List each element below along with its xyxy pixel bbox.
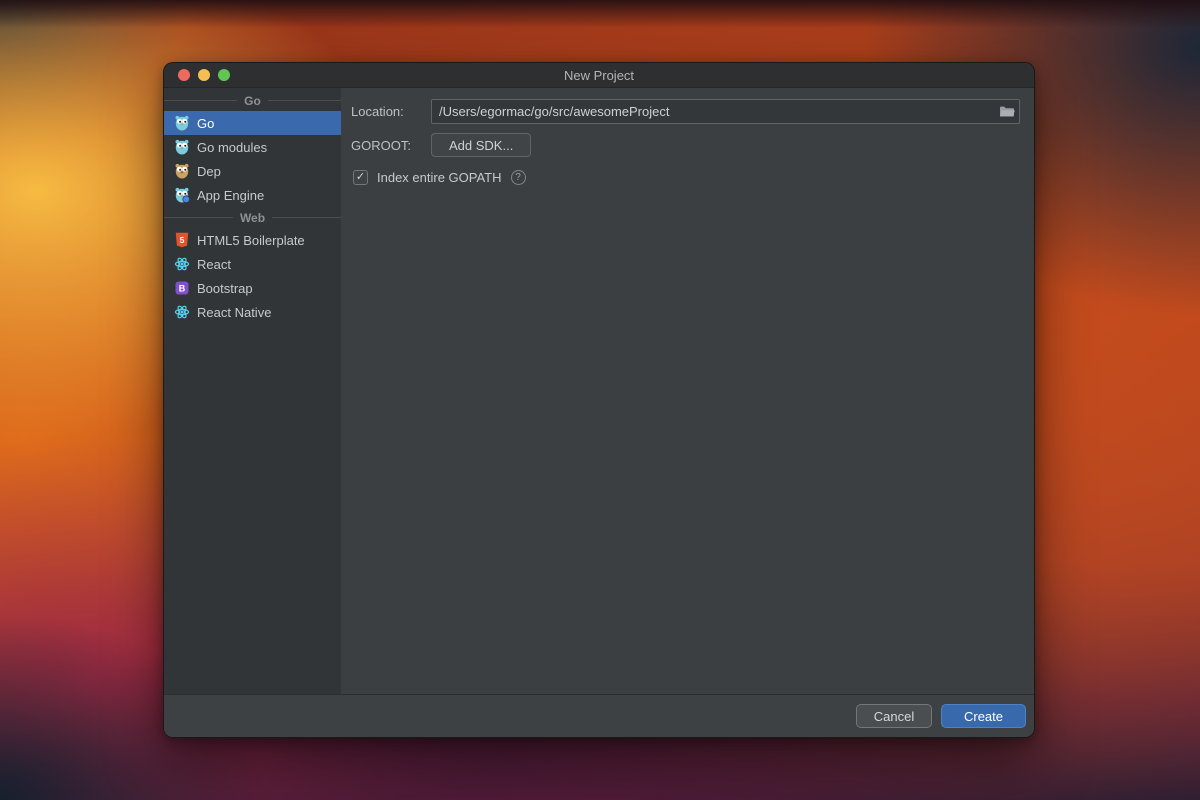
sidebar-item-label: Dep	[197, 164, 221, 179]
desktop: { "window": { "title": "New Project" }, …	[0, 0, 1200, 800]
sidebar-item-go[interactable]: Go	[164, 111, 341, 135]
html5-icon: 5	[174, 232, 190, 248]
sidebar-item-react[interactable]: React	[164, 252, 341, 276]
go-gopher-icon	[174, 115, 190, 131]
react-icon	[174, 256, 190, 272]
sidebar-item-app-engine[interactable]: App Engine	[164, 183, 341, 207]
sidebar-item-react-native[interactable]: React Native	[164, 300, 341, 324]
index-gopath-label: Index entire GOPATH	[377, 170, 502, 185]
index-gopath-checkbox[interactable]: ✓	[353, 170, 368, 185]
sidebar-item-label: Go	[197, 116, 214, 131]
divider	[164, 100, 237, 101]
zoom-button[interactable]	[218, 69, 230, 81]
location-field-wrap	[431, 99, 1020, 124]
sidebar-item-label: Go modules	[197, 140, 267, 155]
sidebar-item-label: React Native	[197, 305, 271, 320]
sidebar-item-label: HTML5 Boilerplate	[197, 233, 305, 248]
location-input[interactable]	[431, 99, 1020, 124]
location-label: Location:	[351, 104, 431, 119]
divider	[272, 217, 341, 218]
bootstrap-icon: B	[174, 280, 190, 296]
help-glyph: ?	[515, 173, 521, 183]
svg-text:5: 5	[180, 235, 185, 245]
goroot-row: GOROOT: Add SDK...	[351, 133, 1020, 157]
dep-gopher-icon	[174, 163, 190, 179]
close-button[interactable]	[178, 69, 190, 81]
svg-text:B: B	[179, 284, 186, 294]
dialog-content: Go Go Go modules Dep	[164, 88, 1034, 694]
project-type-sidebar: Go Go Go modules Dep	[164, 88, 341, 694]
window-title: New Project	[564, 68, 634, 83]
dialog-footer: Cancel Create	[164, 694, 1034, 737]
sidebar-item-dep[interactable]: Dep	[164, 159, 341, 183]
help-icon[interactable]: ?	[511, 170, 526, 185]
sidebar-item-label: Bootstrap	[197, 281, 253, 296]
minimize-button[interactable]	[198, 69, 210, 81]
create-button[interactable]: Create	[941, 704, 1026, 728]
sidebar-item-label: React	[197, 257, 231, 272]
go-gopher-icon	[174, 139, 190, 155]
titlebar[interactable]: New Project	[164, 63, 1034, 88]
section-header-web: Web	[164, 207, 341, 228]
goroot-label: GOROOT:	[351, 138, 431, 153]
sidebar-item-label: App Engine	[197, 188, 264, 203]
new-project-dialog: New Project Go Go Go modules	[163, 62, 1035, 738]
divider	[164, 217, 233, 218]
traffic-lights	[178, 63, 230, 87]
divider	[268, 100, 341, 101]
gopath-row: ✓ Index entire GOPATH ?	[351, 170, 1020, 185]
sidebar-item-go-modules[interactable]: Go modules	[164, 135, 341, 159]
add-sdk-button[interactable]: Add SDK...	[431, 133, 531, 157]
project-settings-panel: Location: GOROOT: Add SDK... ✓ Index ent…	[341, 88, 1034, 694]
location-row: Location:	[351, 99, 1020, 124]
react-icon	[174, 304, 190, 320]
section-header-go: Go	[164, 90, 341, 111]
section-label: Web	[240, 211, 265, 225]
sidebar-item-bootstrap[interactable]: B Bootstrap	[164, 276, 341, 300]
checkmark-icon: ✓	[356, 172, 365, 183]
cancel-button[interactable]: Cancel	[856, 704, 932, 728]
app-engine-gopher-icon	[174, 187, 190, 203]
section-label: Go	[244, 94, 261, 108]
browse-folder-icon[interactable]	[998, 103, 1015, 120]
sidebar-item-html5-boilerplate[interactable]: 5 HTML5 Boilerplate	[164, 228, 341, 252]
